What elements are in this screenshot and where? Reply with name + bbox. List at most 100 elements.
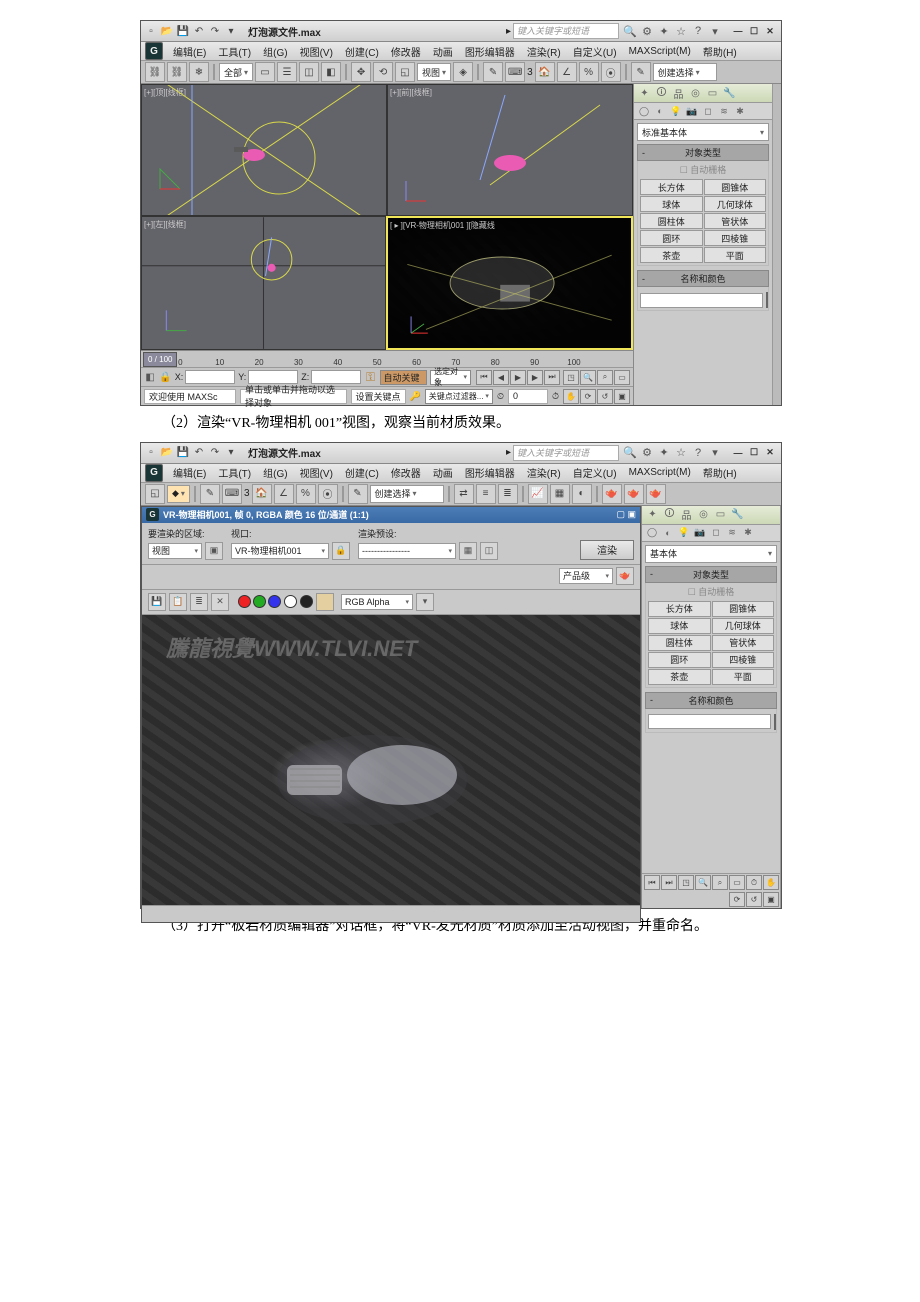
save-icon[interactable]: 💾 bbox=[176, 24, 190, 38]
roll-icon[interactable]: ↺ bbox=[597, 389, 613, 404]
menu-graph-editor[interactable]: 图形编辑器 bbox=[459, 465, 521, 480]
min-max-icon[interactable]: ◳ bbox=[678, 875, 694, 890]
time-slider[interactable]: 0 / 100 bbox=[143, 352, 177, 367]
key-icon[interactable]: ⚿ bbox=[364, 370, 376, 384]
helpers-icon[interactable]: ◻ bbox=[709, 526, 723, 540]
exchange-icon[interactable]: ✦ bbox=[657, 446, 671, 460]
next-frame-icon[interactable]: ▶ bbox=[527, 370, 543, 385]
favorites-icon[interactable]: ☆ bbox=[674, 24, 688, 38]
angle-snap-icon[interactable]: ∠ bbox=[557, 62, 577, 82]
menu-animation[interactable]: 动画 bbox=[427, 465, 459, 480]
keyboard-icon[interactable]: ⌨ bbox=[222, 484, 242, 504]
play-icon[interactable]: ▶ bbox=[510, 370, 526, 385]
app-icon-2[interactable]: G bbox=[145, 464, 163, 482]
selection-lock-icon[interactable]: 🔒 bbox=[159, 370, 171, 384]
menu-views[interactable]: 视图(V) bbox=[294, 465, 339, 480]
pan-icon[interactable]: ✋ bbox=[563, 389, 579, 404]
snap-toggle-icon[interactable]: 🏠 bbox=[252, 484, 272, 504]
viewport-camera[interactable]: [ ▸ ][VR-物理相机001 ][隐藏线 bbox=[386, 216, 633, 350]
create-tab-icon[interactable]: ✦ bbox=[637, 86, 652, 101]
cameras-icon[interactable]: 📷 bbox=[693, 526, 707, 540]
close-render-icon[interactable]: ✕ bbox=[211, 593, 229, 611]
viewport-top[interactable]: [+][顶][线框] bbox=[141, 84, 387, 216]
btn-sphere[interactable]: 球体 bbox=[640, 196, 703, 212]
btn-cone[interactable]: 圆锥体 bbox=[712, 601, 775, 617]
cameras-icon[interactable]: 📷 bbox=[685, 104, 699, 118]
rollout-object-type-2[interactable]: 对象类型 bbox=[645, 566, 777, 583]
help-icon[interactable]: ? bbox=[691, 24, 705, 38]
btn-teapot[interactable]: 茶壶 bbox=[648, 669, 711, 685]
scale-icon[interactable]: ◱ bbox=[145, 484, 165, 504]
lock-icon[interactable]: 🔒 bbox=[332, 542, 350, 560]
create-tab-icon[interactable]: ✦ bbox=[645, 507, 660, 522]
menu-render[interactable]: 渲染(R) bbox=[521, 465, 567, 480]
qat-dropdown-icon[interactable]: ▾ bbox=[224, 24, 238, 38]
keymode-icon[interactable]: ⏲ bbox=[497, 391, 504, 402]
btn-cylinder[interactable]: 圆柱体 bbox=[648, 635, 711, 651]
zoom-icon[interactable]: 🔍 bbox=[580, 370, 596, 385]
lights-icon[interactable]: 💡 bbox=[677, 526, 691, 540]
display-tab-icon[interactable]: ▭ bbox=[705, 86, 720, 101]
utilities-tab-icon[interactable]: 🔧 bbox=[730, 507, 745, 522]
percent-snap-icon[interactable]: % bbox=[296, 484, 316, 504]
close-button[interactable]: ✕ bbox=[762, 24, 778, 38]
spinner-snap-icon[interactable]: ⦿ bbox=[318, 484, 338, 504]
coord-z-input[interactable] bbox=[311, 370, 361, 384]
coord-y-input[interactable] bbox=[248, 370, 298, 384]
create-sel-set-2[interactable]: 创建选择 bbox=[370, 485, 444, 503]
spinner-snap-icon[interactable]: ⦿ bbox=[601, 62, 621, 82]
mirror-icon[interactable]: ⇄ bbox=[454, 484, 474, 504]
spacewarps-icon[interactable]: ≋ bbox=[725, 526, 739, 540]
selection-filter[interactable]: 全部 bbox=[219, 63, 253, 81]
binoculars-icon[interactable]: 🔍 bbox=[623, 446, 637, 460]
btn-tube[interactable]: 管状体 bbox=[712, 635, 775, 651]
btn-torus[interactable]: 圆环 bbox=[640, 230, 703, 246]
menu-graph-editor[interactable]: 图形编辑器 bbox=[459, 44, 521, 59]
menu-create[interactable]: 创建(C) bbox=[339, 44, 385, 59]
autogrid-check-2[interactable]: ☐ 自动栅格 bbox=[648, 585, 774, 598]
key-filter[interactable]: 关键点过滤器... bbox=[425, 389, 493, 404]
channel-dd[interactable]: RGB Alpha bbox=[341, 594, 413, 610]
binoculars-icon[interactable]: 🔍 bbox=[623, 24, 637, 38]
preset-icon-1[interactable]: ▦ bbox=[459, 542, 477, 560]
menu-maxscript[interactable]: MAXScript(M) bbox=[623, 467, 697, 478]
move-icon[interactable]: ✥ bbox=[351, 62, 371, 82]
select-by-name-icon[interactable]: ☰ bbox=[277, 62, 297, 82]
render-product-dd[interactable]: 产品级 bbox=[559, 568, 613, 584]
max-toggle-icon[interactable]: ▣ bbox=[763, 892, 779, 907]
maximize-button[interactable]: ☐ bbox=[746, 24, 762, 38]
btn-pyramid[interactable]: 四棱锥 bbox=[704, 230, 767, 246]
render-prod-icon[interactable]: 🫖 bbox=[646, 484, 666, 504]
window-crossing-icon[interactable]: ◧ bbox=[321, 62, 341, 82]
autogrid-check[interactable]: ☐ 自动栅格 bbox=[640, 163, 766, 176]
btn-geosphere[interactable]: 几何球体 bbox=[704, 196, 767, 212]
exchange-icon[interactable]: ✦ bbox=[657, 24, 671, 38]
minimize-button[interactable]: — bbox=[730, 24, 746, 38]
motion-tab-icon[interactable]: ◎ bbox=[688, 86, 703, 101]
hierarchy-tab-icon[interactable]: 品 bbox=[679, 507, 694, 522]
btn-plane[interactable]: 平面 bbox=[712, 669, 775, 685]
geometry-icon[interactable]: ◯ bbox=[637, 104, 651, 118]
object-name-input-2[interactable] bbox=[648, 714, 771, 729]
save-icon[interactable]: 💾 bbox=[176, 446, 190, 460]
open-file-icon[interactable]: 📂 bbox=[160, 24, 174, 38]
render-preset-dd[interactable]: ---------------- bbox=[358, 543, 456, 559]
community-icon[interactable]: ⚙ bbox=[640, 24, 654, 38]
btn-sphere[interactable]: 球体 bbox=[648, 618, 711, 634]
viewport-front[interactable]: [+][前][线框] bbox=[387, 84, 633, 216]
btn-box[interactable]: 长方体 bbox=[648, 601, 711, 617]
btn-cylinder[interactable]: 圆柱体 bbox=[640, 213, 703, 229]
minimize-button[interactable]: — bbox=[730, 446, 746, 460]
rotate-icon[interactable]: ⟲ bbox=[373, 62, 393, 82]
zoom-ext-icon[interactable]: ⌕ bbox=[597, 370, 613, 385]
snap-toggle-icon[interactable]: 🏠 bbox=[535, 62, 555, 82]
btn-tube[interactable]: 管状体 bbox=[704, 213, 767, 229]
object-color-swatch-2[interactable] bbox=[774, 714, 776, 730]
render-frame-icon[interactable]: 🫖 bbox=[624, 484, 644, 504]
menu-group[interactable]: 组(G) bbox=[257, 44, 293, 59]
object-color-swatch[interactable] bbox=[766, 292, 768, 308]
render-area-dd[interactable]: 视图 bbox=[148, 543, 202, 559]
render-button[interactable]: 渲染 bbox=[580, 540, 634, 560]
menu-help[interactable]: 帮助(H) bbox=[697, 465, 743, 480]
btn-cone[interactable]: 圆锥体 bbox=[704, 179, 767, 195]
